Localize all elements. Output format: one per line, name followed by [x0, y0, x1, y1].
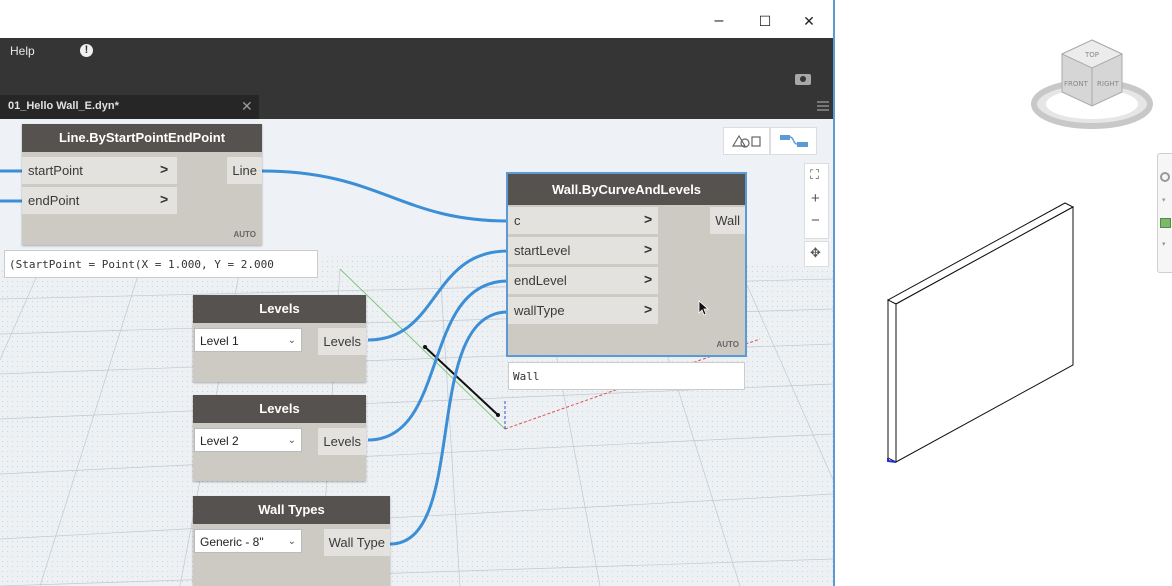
level-dropdown[interactable]: Level 2 ⌄: [194, 428, 302, 452]
zoom-controls: ⛶ + −: [804, 163, 829, 239]
node-title: Levels: [193, 295, 366, 323]
chevron-down-icon[interactable]: ▾: [1162, 240, 1166, 248]
file-tab-label: 01_Hello Wall_E.dyn*: [8, 100, 119, 112]
zoom-region-icon[interactable]: [1160, 218, 1171, 228]
fit-view-icon[interactable]: ⛶: [810, 167, 819, 183]
chevron-right-icon: >: [644, 301, 653, 317]
window-border: [833, 0, 835, 586]
node-preview-bubble: (StartPoint = Point(X = 1.000, Y = 2.000: [4, 250, 318, 278]
wall-types-node[interactable]: Wall Types Generic - 8" ⌄ Wall Type: [193, 496, 390, 586]
menu-bar: Help !: [0, 38, 833, 63]
hamburger-menu-icon[interactable]: [817, 99, 829, 113]
input-port-startlevel[interactable]: startLevel: [508, 237, 658, 264]
mouse-cursor-icon: [698, 300, 710, 316]
input-port-endpoint[interactable]: endPoint: [22, 187, 177, 214]
wall-by-curve-levels-node[interactable]: Wall.ByCurveAndLevels c > startLevel > e…: [506, 172, 747, 357]
node-title: Levels: [193, 395, 366, 423]
levels-node-1[interactable]: Levels Level 1 ⌄ Levels: [193, 295, 366, 382]
wall-3d-preview: [886, 202, 1075, 463]
cube-right-label: RIGHT: [1097, 80, 1120, 88]
menu-help[interactable]: Help: [10, 44, 35, 58]
geometry-view-toggle[interactable]: [723, 127, 770, 155]
level-dropdown[interactable]: Level 1 ⌄: [194, 328, 302, 352]
dropdown-value: Generic - 8": [200, 535, 264, 549]
geometry-icon: [731, 134, 761, 148]
minimize-button[interactable]: –: [708, 10, 730, 32]
zoom-in-button[interactable]: +: [811, 190, 820, 207]
input-port-startpoint[interactable]: startPoint: [22, 157, 177, 184]
chevron-down-icon: ⌄: [287, 335, 296, 346]
navigation-bar[interactable]: ▾ ▾: [1157, 153, 1172, 273]
chevron-right-icon: >: [160, 191, 169, 207]
output-port-levels[interactable]: Levels: [318, 428, 366, 455]
node-title: Wall Types: [193, 496, 390, 524]
output-port-wall[interactable]: Wall: [710, 207, 745, 234]
input-port-walltype[interactable]: wallType: [508, 297, 658, 324]
tab-close-icon[interactable]: ✕: [241, 98, 253, 115]
chevron-down-icon: ⌄: [287, 536, 296, 547]
dropdown-value: Level 2: [200, 434, 239, 448]
alert-icon[interactable]: !: [80, 44, 93, 57]
window-titlebar: – ☐ ✕: [0, 0, 833, 38]
graph-view-toggle[interactable]: [770, 127, 817, 155]
view-cube[interactable]: TOP FRONT RIGHT: [1030, 32, 1155, 137]
cube-top-label: TOP: [1084, 51, 1099, 59]
chevron-right-icon: >: [644, 271, 653, 287]
input-port-endlevel[interactable]: endLevel: [508, 267, 658, 294]
chevron-down-icon: ⌄: [287, 435, 296, 446]
maximize-button[interactable]: ☐: [754, 10, 776, 32]
cube-front-label: FRONT: [1064, 80, 1089, 88]
close-button[interactable]: ✕: [798, 10, 820, 32]
node-title: Line.ByStartPointEndPoint: [22, 124, 262, 152]
pan-icon: ✥: [810, 245, 821, 260]
graph-nodes-icon: [780, 135, 808, 147]
node-preview-bubble: Wall: [508, 362, 745, 390]
steering-wheel-icon[interactable]: [1160, 172, 1170, 182]
chevron-right-icon: >: [644, 241, 653, 257]
file-tab[interactable]: 01_Hello Wall_E.dyn* ✕: [0, 95, 259, 119]
node-title: Wall.ByCurveAndLevels: [508, 174, 745, 205]
chevron-right-icon: >: [644, 211, 653, 227]
output-port-line[interactable]: Line: [227, 157, 262, 184]
camera-icon[interactable]: [795, 74, 811, 85]
output-port-walltype[interactable]: Wall Type: [323, 529, 390, 556]
line-by-start-end-node[interactable]: Line.ByStartPointEndPoint startPoint > e…: [22, 124, 262, 245]
wall-type-dropdown[interactable]: Generic - 8" ⌄: [194, 529, 302, 553]
pan-button[interactable]: ✥: [804, 241, 829, 267]
chevron-down-icon[interactable]: ▾: [1162, 196, 1166, 204]
tab-bar: 01_Hello Wall_E.dyn* ✕: [0, 95, 833, 119]
zoom-out-button[interactable]: −: [811, 212, 820, 229]
output-port-levels[interactable]: Levels: [318, 328, 366, 355]
chevron-right-icon: >: [160, 161, 169, 177]
levels-node-2[interactable]: Levels Level 2 ⌄ Levels: [193, 395, 366, 481]
lacing-label: AUTO: [233, 230, 256, 239]
lacing-label: AUTO: [716, 340, 739, 349]
toolbar: [0, 63, 833, 95]
dropdown-value: Level 1: [200, 334, 239, 348]
input-port-c[interactable]: c: [508, 207, 658, 234]
graph-workspace[interactable]: Line.ByStartPointEndPoint startPoint > e…: [0, 119, 833, 586]
